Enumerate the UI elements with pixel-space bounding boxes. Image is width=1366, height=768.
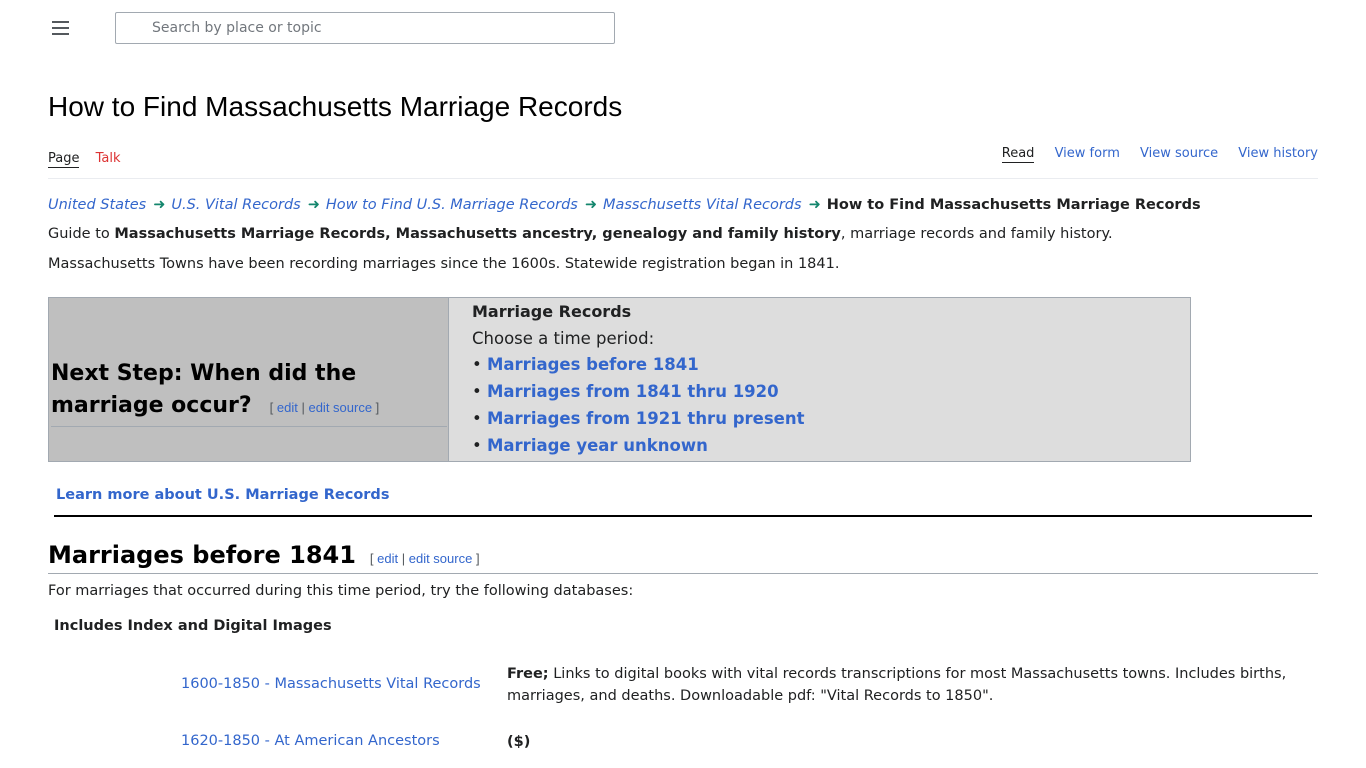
tab-read[interactable]: Read bbox=[1001, 146, 1035, 163]
marriage-records-title: Marriage Records bbox=[472, 302, 632, 321]
breadcrumb: United States ➜ U.S. Vital Records ➜ How to … bbox=[48, 197, 1201, 213]
database-link-mass-vital-records[interactable]: 1600-1850 - Massachusetts Vital Records bbox=[181, 676, 481, 692]
edit-section-links: [ edit | edit source ] bbox=[269, 400, 380, 415]
breadcrumb-us-marriage-records[interactable]: How to Find U.S. Marriage Records bbox=[326, 197, 578, 213]
breadcrumb-mass-vital-records[interactable]: Masschusetts Vital Records bbox=[603, 197, 802, 213]
breadcrumb-us-vital-records[interactable]: U.S. Vital Records bbox=[171, 197, 300, 213]
learn-more-link[interactable]: Learn more about U.S. Marriage Records bbox=[56, 487, 389, 503]
list-item: • Marriage year unknown bbox=[472, 436, 708, 455]
period-link-1841-1920[interactable]: Marriages from 1841 thru 1920 bbox=[487, 382, 779, 401]
section-heading-rule bbox=[48, 573, 1318, 574]
search-box[interactable] bbox=[115, 12, 615, 44]
namespace-tabs: Page Talk bbox=[48, 151, 133, 168]
section-heading: Marriages before 1841 [ edit | edit sourc… bbox=[48, 541, 480, 569]
section-divider bbox=[54, 515, 1312, 517]
period-link-before-1841[interactable]: Marriages before 1841 bbox=[487, 355, 699, 374]
section-title: Marriages before 1841 bbox=[48, 541, 356, 569]
breadcrumb-united-states[interactable]: United States bbox=[48, 197, 146, 213]
intro-line2: Massachusetts Towns have been recording … bbox=[48, 256, 840, 272]
intro-prefix: Guide to bbox=[48, 226, 115, 242]
tab-view-history[interactable]: View history bbox=[1238, 146, 1318, 161]
choose-period-label: Choose a time period: bbox=[472, 329, 655, 348]
next-step-right-panel: Marriage Records Choose a time period: •… bbox=[449, 298, 1190, 461]
edit-link[interactable]: edit bbox=[377, 551, 398, 566]
database-description: ($) bbox=[507, 731, 1297, 753]
tab-page[interactable]: Page bbox=[48, 151, 80, 168]
intro-suffix: , marriage records and family history. bbox=[840, 226, 1113, 242]
next-step-box: Next Step: When did the marriage occur? [… bbox=[48, 297, 1191, 462]
arrow-right-icon: ➜ bbox=[808, 197, 821, 213]
header-divider bbox=[48, 178, 1318, 179]
intro-bold: Massachusetts Marriage Records, Massachu… bbox=[114, 226, 841, 242]
tab-view-source[interactable]: View source bbox=[1140, 146, 1218, 161]
subheading: Includes Index and Digital Images bbox=[54, 618, 332, 634]
intro-paragraph: Guide to Massachusetts Marriage Records,… bbox=[48, 226, 1113, 242]
view-tabs: Read View form View source View history bbox=[986, 146, 1318, 163]
menu-icon[interactable] bbox=[52, 21, 69, 35]
period-link-1921-present[interactable]: Marriages from 1921 thru present bbox=[487, 409, 805, 428]
cost-label: ($) bbox=[507, 734, 531, 750]
database-description: Free; Links to digital books with vital … bbox=[507, 663, 1297, 707]
next-step-heading: Next Step: When did the marriage occur? [… bbox=[51, 358, 447, 427]
cost-label: Free; bbox=[507, 666, 549, 682]
database-link-american-ancestors[interactable]: 1620-1850 - At American Ancestors bbox=[181, 733, 440, 749]
next-step-heading-line2: marriage occur? bbox=[51, 393, 252, 418]
next-step-left-panel: Next Step: When did the marriage occur? [… bbox=[49, 298, 449, 461]
list-item: • Marriages before 1841 bbox=[472, 355, 699, 374]
next-step-heading-line1: Next Step: When did the bbox=[51, 361, 357, 386]
list-item: • Marriages from 1841 thru 1920 bbox=[472, 382, 779, 401]
arrow-right-icon: ➜ bbox=[153, 197, 166, 213]
arrow-right-icon: ➜ bbox=[584, 197, 597, 213]
edit-source-link[interactable]: edit source bbox=[409, 551, 473, 566]
section-intro: For marriages that occurred during this … bbox=[48, 583, 634, 599]
edit-source-link[interactable]: edit source bbox=[308, 400, 372, 415]
tab-talk[interactable]: Talk bbox=[96, 151, 121, 166]
edit-link[interactable]: edit bbox=[277, 400, 298, 415]
breadcrumb-current: How to Find Massachusetts Marriage Recor… bbox=[826, 197, 1201, 213]
page-title: How to Find Massachusetts Marriage Recor… bbox=[48, 91, 623, 122]
search-input[interactable] bbox=[116, 13, 614, 43]
description-text: Links to digital books with vital record… bbox=[507, 666, 1287, 704]
arrow-right-icon: ➜ bbox=[307, 197, 320, 213]
tab-view-form[interactable]: View form bbox=[1055, 146, 1120, 161]
edit-section-links: [ edit | edit source ] bbox=[369, 551, 480, 566]
period-link-unknown[interactable]: Marriage year unknown bbox=[487, 436, 708, 455]
list-item: • Marriages from 1921 thru present bbox=[472, 409, 805, 428]
